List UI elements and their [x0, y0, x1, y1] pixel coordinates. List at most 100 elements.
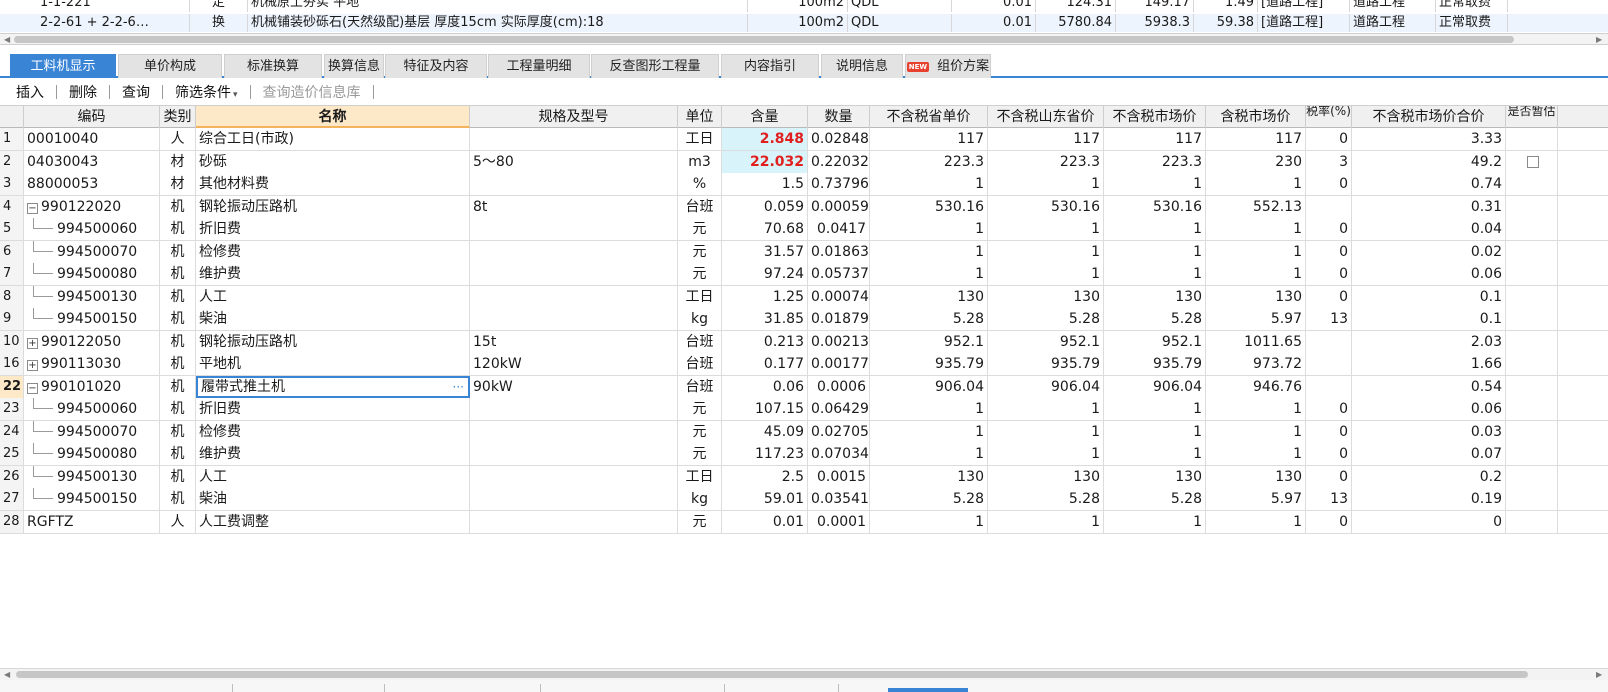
bottom-horizontal-scrollbar[interactable]: ◀ ▶	[0, 668, 1608, 680]
cell-est[interactable]	[1506, 398, 1558, 420]
insert-button[interactable]: 插入	[8, 82, 52, 102]
cell-total[interactable]: 1.66	[1352, 353, 1506, 375]
cell-name[interactable]: 钢轮振动压路机	[196, 330, 470, 353]
column-header-p3[interactable]: 不含税市场价	[1104, 106, 1206, 128]
cell-p1[interactable]: 5.28	[870, 488, 988, 510]
table-row[interactable]: 26 994500130 机人工 工日 2.5 0.0015 130 130 130 130 0 0.…	[0, 465, 1608, 489]
cell-content[interactable]: 31.57	[722, 240, 808, 263]
bill-row[interactable]: 2-2-61 + 2-2-6… 换机械铺装砂砾石(天然级配)基层 厚度15cm 实…	[0, 14, 1608, 32]
cell-code[interactable]: 994500070	[24, 240, 160, 263]
cell-tax[interactable]: 13	[1306, 308, 1352, 330]
cell-p2[interactable]: 1	[988, 218, 1104, 240]
cell-qty[interactable]: 0.01879	[808, 308, 870, 330]
cell-est[interactable]	[1506, 218, 1558, 240]
column-header-p4[interactable]: 含税市场价	[1206, 106, 1306, 128]
cell-p4[interactable]: 1	[1206, 263, 1306, 285]
cell-spec[interactable]	[470, 308, 678, 330]
cell-p4[interactable]: 1	[1206, 173, 1306, 195]
cell-content[interactable]: 1.5	[722, 173, 808, 195]
cell-p3[interactable]: 1	[1104, 420, 1206, 443]
cell-p1[interactable]: 223.3	[870, 150, 988, 173]
cell-p1[interactable]: 1	[870, 173, 988, 195]
cell-p3[interactable]: 117	[1104, 128, 1206, 150]
cell-p4[interactable]: 230	[1206, 150, 1306, 173]
cell-unit[interactable]: 元	[678, 398, 722, 420]
cell-code[interactable]: 994500080	[24, 443, 160, 465]
cell-name[interactable]: 人工费调整	[196, 510, 470, 533]
cell-cat[interactable]: 机	[160, 308, 196, 330]
table-row[interactable]: 1 00010040 人综合工日(市政) 工日 2.848 0.02848 117 117 11…	[0, 128, 1608, 151]
cell-p3[interactable]: 1	[1104, 510, 1206, 533]
cell-p1[interactable]: 1	[870, 510, 988, 533]
cell-p2[interactable]: 1	[988, 510, 1104, 533]
tab-0[interactable]: 工料机显示	[10, 54, 116, 78]
cell-est[interactable]	[1506, 263, 1558, 285]
cell-tax[interactable]: 0	[1306, 128, 1352, 150]
cell-unit[interactable]: m3	[678, 150, 722, 173]
cell-content[interactable]: 31.85	[722, 308, 808, 330]
cell-p3[interactable]: 530.16	[1104, 195, 1206, 218]
cell-code[interactable]: 994500130	[24, 285, 160, 308]
scroll-left-icon[interactable]: ◀	[4, 669, 10, 680]
cell-est[interactable]	[1506, 488, 1558, 510]
cell-spec[interactable]: 5～80	[470, 150, 678, 173]
cell-p4[interactable]: 1	[1206, 420, 1306, 443]
table-row[interactable]: 23 994500060 机折旧费元 107.15 0.06429 1 1 1 1 0 0.06	[0, 398, 1608, 421]
cell-tax[interactable]: 0	[1306, 420, 1352, 443]
cell-p2[interactable]: 935.79	[988, 353, 1104, 375]
column-header-p1[interactable]: 不含税省单价	[870, 106, 988, 128]
cell-qty[interactable]: 0.06429	[808, 398, 870, 420]
cell-qty[interactable]: 0.73796	[808, 173, 870, 195]
cell-content[interactable]: 2.5	[722, 465, 808, 488]
cell-p3[interactable]: 1	[1104, 173, 1206, 195]
cell-p1[interactable]: 5.28	[870, 308, 988, 330]
cell-p2[interactable]: 5.28	[988, 308, 1104, 330]
cell-p3[interactable]: 130	[1104, 285, 1206, 308]
cell-spec[interactable]	[470, 240, 678, 263]
cell-p1[interactable]: 1	[870, 420, 988, 443]
cell-p1[interactable]: 1	[870, 218, 988, 240]
cell-p4[interactable]: 1	[1206, 398, 1306, 420]
cell-est[interactable]	[1506, 330, 1558, 353]
cell-name[interactable]: 柴油	[196, 488, 470, 510]
cell-tax[interactable]: 0	[1306, 173, 1352, 195]
cell-cat[interactable]: 机	[160, 330, 196, 353]
cell-cat[interactable]: 机	[160, 443, 196, 465]
cell-p2[interactable]: 223.3	[988, 150, 1104, 173]
cell-p2[interactable]: 1	[988, 263, 1104, 285]
column-header-est[interactable]: 是否暂估	[1506, 106, 1558, 128]
cell-unit[interactable]: 元	[678, 510, 722, 533]
cell-p2[interactable]: 1	[988, 443, 1104, 465]
table-row[interactable]: 4−990122020 机钢轮振动压路机 8t 台班 0.059 0.00059 530.1…	[0, 195, 1608, 219]
cell-total[interactable]: 0.74	[1352, 173, 1506, 195]
cell-p1[interactable]: 130	[870, 465, 988, 488]
cell-p4[interactable]: 1	[1206, 240, 1306, 263]
column-header-spec[interactable]: 规格及型号	[470, 106, 678, 128]
cell-unit[interactable]: 元	[678, 263, 722, 285]
table-row[interactable]: 5 994500060 机折旧费元 70.68 0.0417 1 1 1 1 0 0.04	[0, 218, 1608, 241]
cell-qty[interactable]: 0.05737	[808, 263, 870, 285]
cell-p1[interactable]: 1	[870, 443, 988, 465]
cell-cat[interactable]: 机	[160, 420, 196, 443]
top-horizontal-scrollbar[interactable]: ◀ ▶	[0, 33, 1608, 45]
cell-p4[interactable]: 946.76	[1206, 375, 1306, 398]
cell-p1[interactable]: 935.79	[870, 353, 988, 375]
cell-code[interactable]: +990113030	[24, 353, 160, 375]
cell-qty[interactable]: 0.0001	[808, 510, 870, 533]
cell-cat[interactable]: 人	[160, 128, 196, 150]
cell-p1[interactable]: 906.04	[870, 375, 988, 398]
column-header-cat[interactable]: 类别	[160, 106, 196, 128]
cell-content[interactable]: 45.09	[722, 420, 808, 443]
cell-qty[interactable]: 0.00177	[808, 353, 870, 375]
bottom-scroll-thumb[interactable]	[16, 671, 1528, 678]
tab-4[interactable]: 特征及内容	[385, 54, 487, 78]
cell-cat[interactable]: 机	[160, 240, 196, 263]
cell-cat[interactable]: 机	[160, 218, 196, 240]
cell-content[interactable]: 2.848	[722, 128, 808, 150]
cell-total[interactable]: 0	[1352, 510, 1506, 533]
cell-unit[interactable]: 元	[678, 240, 722, 263]
cell-cat[interactable]: 材	[160, 150, 196, 173]
cell-total[interactable]: 0.19	[1352, 488, 1506, 510]
tab-5[interactable]: 工程量明细	[488, 54, 590, 78]
cell-name[interactable]: 折旧费	[196, 398, 470, 420]
